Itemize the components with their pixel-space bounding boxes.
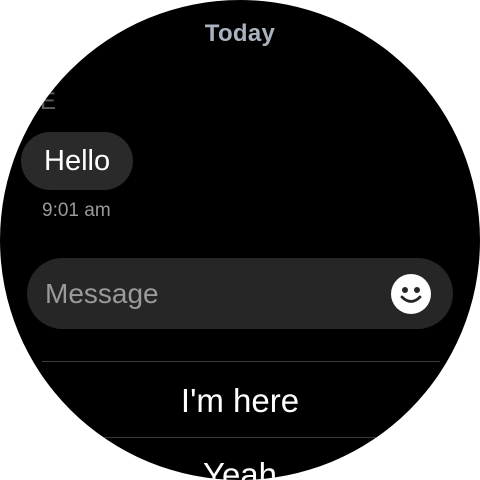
message-input[interactable]: Message [27,258,453,329]
message-bubble[interactable]: Hello [21,132,134,190]
quick-reply-item[interactable]: I'm here [0,382,480,420]
sender-initial: E [40,88,57,115]
message-placeholder: Message [45,278,159,309]
quick-reply-item[interactable]: Yeah [0,456,480,480]
divider [42,361,440,362]
message-timestamp: 9:01 am [42,200,111,221]
watch-screen: Today E Hello 9:01 am Message I'm here Y… [0,0,480,480]
page-title: Today [204,20,276,47]
smiley-face-icon [400,287,422,303]
divider [42,437,440,438]
emoji-button[interactable] [391,274,431,314]
